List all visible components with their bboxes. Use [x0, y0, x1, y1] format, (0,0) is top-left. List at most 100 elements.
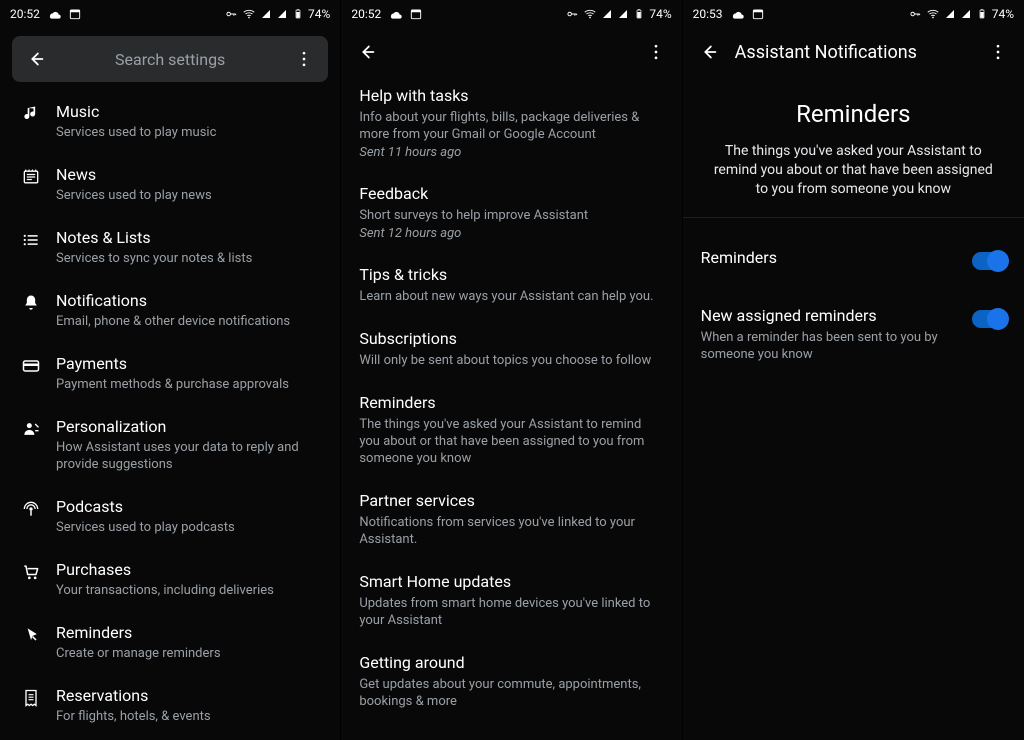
- card-icon: [6, 354, 56, 376]
- cart-icon: [6, 560, 56, 582]
- settings-item-subtitle: Services used to play news: [56, 187, 212, 204]
- signal-icon: [960, 8, 972, 20]
- notification-title: Subscriptions: [359, 329, 663, 348]
- app-bar-title: Assistant Notifications: [729, 42, 978, 63]
- notification-list: Help with tasks Info about your flights, …: [341, 74, 681, 722]
- settings-item-reminders[interactable]: RemindersCreate or manage reminders: [0, 611, 340, 674]
- settings-item-subtitle: Services to sync your notes & lists: [56, 250, 252, 267]
- settings-item-title: Notifications: [56, 291, 290, 311]
- settings-item-subtitle: For flights, hotels, & events: [56, 708, 211, 725]
- back-button[interactable]: [18, 41, 54, 77]
- settings-item-reservations[interactable]: Reservations For flights, hotels, & event…: [0, 674, 340, 737]
- notification-title: Getting around: [359, 653, 663, 672]
- pointer-icon: [6, 623, 56, 645]
- settings-item-notifications[interactable]: Notifications Email, phone & other device…: [0, 279, 340, 342]
- notification-item[interactable]: Help with tasks Info about your flights, …: [359, 74, 663, 172]
- notification-subtitle: Notifications from services you've linke…: [359, 514, 663, 548]
- signal-icon: [944, 8, 956, 20]
- receipt-icon: [6, 686, 56, 708]
- toggle-subtitle: When a reminder has been sent to you by …: [701, 329, 960, 363]
- status-time: 20:52: [351, 7, 381, 21]
- notification-title: Help with tasks: [359, 86, 663, 105]
- signal-icon: [617, 8, 629, 20]
- notification-subtitle: The things you've asked your Assistant t…: [359, 416, 663, 467]
- pane-reminders: 20:53 74% Assistant Notifications Remind…: [682, 0, 1024, 740]
- today-icon: [68, 7, 82, 21]
- toggle-row[interactable]: Reminders: [701, 230, 1006, 288]
- battery-icon: [976, 7, 988, 21]
- settings-item-title: Podcasts: [56, 497, 235, 517]
- notification-item[interactable]: Getting aroundGet updates about your com…: [359, 641, 663, 722]
- pane-settings: 20:52 74% Search settings Music Services …: [0, 0, 340, 740]
- battery-icon: [292, 7, 304, 21]
- settings-item-title: News: [56, 165, 212, 185]
- notification-subtitle: Short surveys to help improve Assistant: [359, 207, 663, 224]
- notification-subtitle: Info about your flights, bills, package …: [359, 109, 663, 143]
- section-description: The things you've asked your Assistant t…: [707, 142, 1000, 199]
- settings-item-news[interactable]: News Services used to play news: [0, 153, 340, 216]
- notification-title: Feedback: [359, 184, 663, 203]
- wifi-icon: [583, 7, 597, 21]
- toggle-switch[interactable]: [972, 252, 1006, 270]
- notification-item[interactable]: Subscriptions Will only be sent about top…: [359, 317, 663, 381]
- notification-item[interactable]: Smart Home updatesUpdates from smart hom…: [359, 560, 663, 641]
- app-bar: [341, 28, 681, 76]
- settings-item-subtitle: Services used to play podcasts: [56, 519, 235, 536]
- notification-item[interactable]: Partner services Notifications from servi…: [359, 479, 663, 560]
- status-battery: 74%: [649, 7, 671, 21]
- settings-item-subtitle: Services used to play music: [56, 124, 216, 141]
- today-icon: [409, 7, 423, 21]
- settings-item-title: Music: [56, 102, 216, 122]
- battery-icon: [633, 7, 645, 21]
- notification-meta: Sent 12 hours ago: [359, 226, 663, 241]
- news-icon: [6, 165, 56, 187]
- cloud-icon: [729, 6, 745, 22]
- toggle-row[interactable]: New assigned reminders When a reminder ha…: [701, 288, 1006, 381]
- more-button[interactable]: [286, 41, 322, 77]
- status-battery: 74%: [308, 7, 330, 21]
- notification-item[interactable]: Feedback Short surveys to help improve As…: [359, 172, 663, 253]
- back-button[interactable]: [689, 32, 729, 72]
- vpn-key-icon: [224, 7, 238, 21]
- settings-item-subtitle: Create or manage reminders: [56, 645, 221, 662]
- notification-item[interactable]: Tips & tricksLearn about new ways your A…: [359, 253, 663, 317]
- toggle-switch[interactable]: [972, 310, 1006, 328]
- settings-item-title: Payments: [56, 354, 289, 374]
- notification-title: Partner services: [359, 491, 663, 510]
- music-icon: [6, 102, 56, 124]
- settings-item-podcasts[interactable]: Podcasts Services used to play podcasts: [0, 485, 340, 548]
- settings-item-subtitle: Email, phone & other device notification…: [56, 313, 290, 330]
- settings-item-notes-lists[interactable]: Notes & ListsServices to sync your notes…: [0, 216, 340, 279]
- settings-item-payments[interactable]: PaymentsPayment methods & purchase appro…: [0, 342, 340, 405]
- signal-icon: [276, 8, 288, 20]
- notification-meta: Sent 11 hours ago: [359, 145, 663, 160]
- search-placeholder: Search settings: [54, 50, 286, 69]
- vpn-key-icon: [908, 7, 922, 21]
- settings-item-personalization[interactable]: PersonalizationHow Assistant uses your d…: [0, 405, 340, 485]
- settings-item-subtitle: How Assistant uses your data to reply an…: [56, 439, 326, 473]
- settings-item-title: Reservations: [56, 686, 211, 706]
- notification-title: Reminders: [359, 393, 663, 412]
- wifi-icon: [926, 7, 940, 21]
- back-button[interactable]: [347, 32, 387, 72]
- status-bar: 20:52 74%: [0, 0, 340, 28]
- settings-item-music[interactable]: Music Services used to play music: [0, 90, 340, 153]
- status-time: 20:53: [693, 7, 723, 21]
- today-icon: [751, 7, 765, 21]
- bell-icon: [6, 291, 56, 313]
- notification-item[interactable]: Reminders The things you've asked your As…: [359, 381, 663, 479]
- status-battery: 74%: [992, 7, 1014, 21]
- settings-item-purchases[interactable]: PurchasesYour transactions, including de…: [0, 548, 340, 611]
- toggle-title: New assigned reminders: [701, 306, 960, 325]
- wifi-icon: [242, 7, 256, 21]
- section-title: Reminders: [707, 100, 1000, 128]
- app-bar: Assistant Notifications: [683, 28, 1024, 76]
- more-button[interactable]: [978, 32, 1018, 72]
- notification-subtitle: Will only be sent about topics you choos…: [359, 352, 663, 369]
- settings-item-title: Purchases: [56, 560, 274, 580]
- search-bar[interactable]: Search settings: [12, 36, 328, 82]
- notification-subtitle: Updates from smart home devices you've l…: [359, 595, 663, 629]
- notification-subtitle: Learn about new ways your Assistant can …: [359, 288, 663, 305]
- settings-list: Music Services used to play music News Serv…: [0, 86, 340, 737]
- more-button[interactable]: [636, 32, 676, 72]
